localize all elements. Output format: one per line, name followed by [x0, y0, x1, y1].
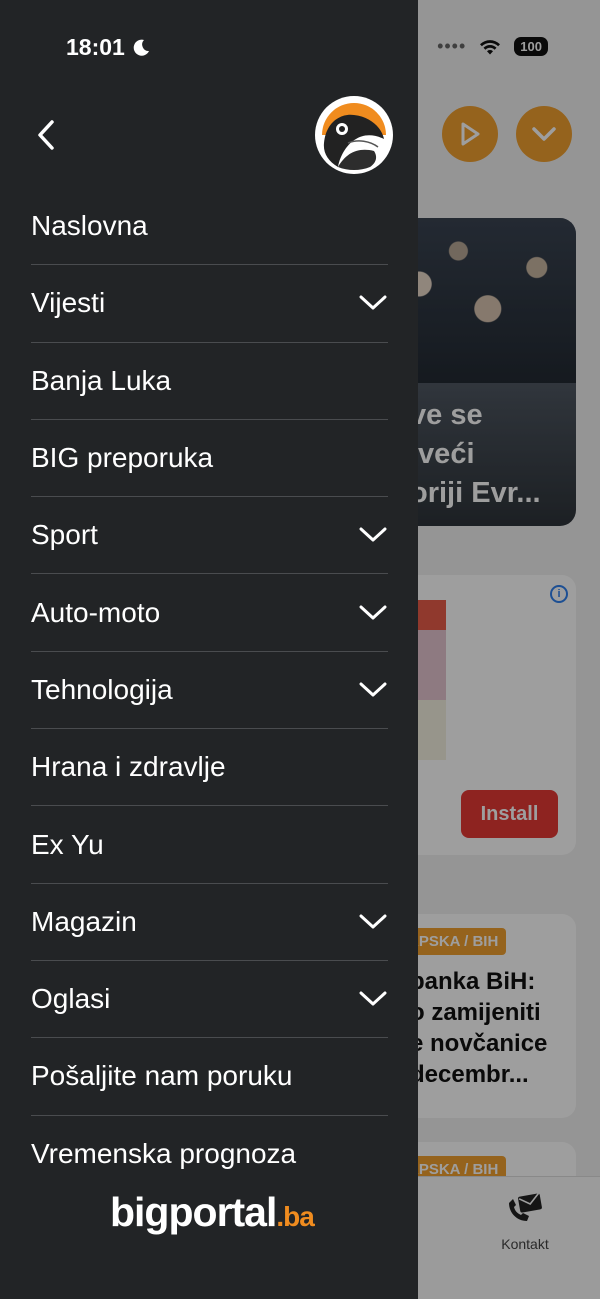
- menu-item-label: Vremenska prognoza: [31, 1138, 297, 1170]
- menu-item-label: Pošaljite nam poruku: [31, 1060, 293, 1092]
- chevron-down-icon[interactable]: [358, 912, 388, 932]
- menu-item-label: Vijesti: [31, 287, 106, 319]
- menu-item-label: Oglasi: [31, 983, 111, 1015]
- menu-item[interactable]: Vremenska prognoza: [31, 1116, 388, 1193]
- menu-item[interactable]: Vijesti: [31, 265, 388, 343]
- chevron-down-icon[interactable]: [358, 525, 388, 545]
- menu-item-label: Hrana i zdravlje: [31, 751, 226, 783]
- menu-item[interactable]: Ex Yu: [31, 806, 388, 884]
- menu-item[interactable]: Auto-moto: [31, 574, 388, 652]
- drawer-menu: Naslovna Vijesti Banja Luka BIG preporuka Sp…: [31, 188, 388, 1193]
- bigportal-wordmark: bigportal.ba: [110, 1189, 315, 1236]
- menu-item[interactable]: Tehnologija: [31, 652, 388, 730]
- menu-item-label: Naslovna: [31, 210, 148, 242]
- navigation-drawer: 18:01 Naslovna Vijesti Banja Luka BIG prepo…: [0, 0, 418, 1299]
- menu-item[interactable]: BIG preporuka: [31, 420, 388, 498]
- status-time: 18:01: [66, 34, 151, 61]
- menu-item-label: BIG preporuka: [31, 442, 214, 474]
- brand-name: bigportal: [110, 1189, 277, 1235]
- chevron-down-icon[interactable]: [358, 680, 388, 700]
- menu-item-label: Magazin: [31, 905, 137, 937]
- status-time-text: 18:01: [66, 34, 125, 60]
- menu-item[interactable]: Naslovna: [31, 188, 388, 266]
- menu-item[interactable]: Oglasi: [31, 961, 388, 1039]
- menu-item-label: Sport: [31, 519, 98, 551]
- menu-item[interactable]: Pošaljite nam poruku: [31, 1038, 388, 1116]
- chevron-down-icon[interactable]: [358, 603, 388, 623]
- chevron-down-icon[interactable]: [358, 293, 388, 313]
- toucan-logo-icon: [319, 100, 389, 170]
- menu-item-label: Banja Luka: [31, 364, 172, 396]
- brand-tld: .ba: [276, 1201, 314, 1232]
- menu-item-label: Auto-moto: [31, 596, 161, 628]
- logo: [315, 96, 393, 174]
- menu-item-label: Tehnologija: [31, 673, 173, 705]
- chevron-down-icon[interactable]: [358, 989, 388, 1009]
- menu-item[interactable]: Banja Luka: [31, 343, 388, 420]
- menu-item-label: Ex Yu: [31, 828, 104, 860]
- menu-item[interactable]: Magazin: [31, 884, 388, 961]
- menu-item[interactable]: Sport: [31, 497, 388, 575]
- moon-icon: [133, 39, 149, 56]
- menu-item[interactable]: Hrana i zdravlje: [31, 729, 388, 807]
- back-button[interactable]: [28, 112, 64, 158]
- chevron-left-icon: [38, 120, 54, 150]
